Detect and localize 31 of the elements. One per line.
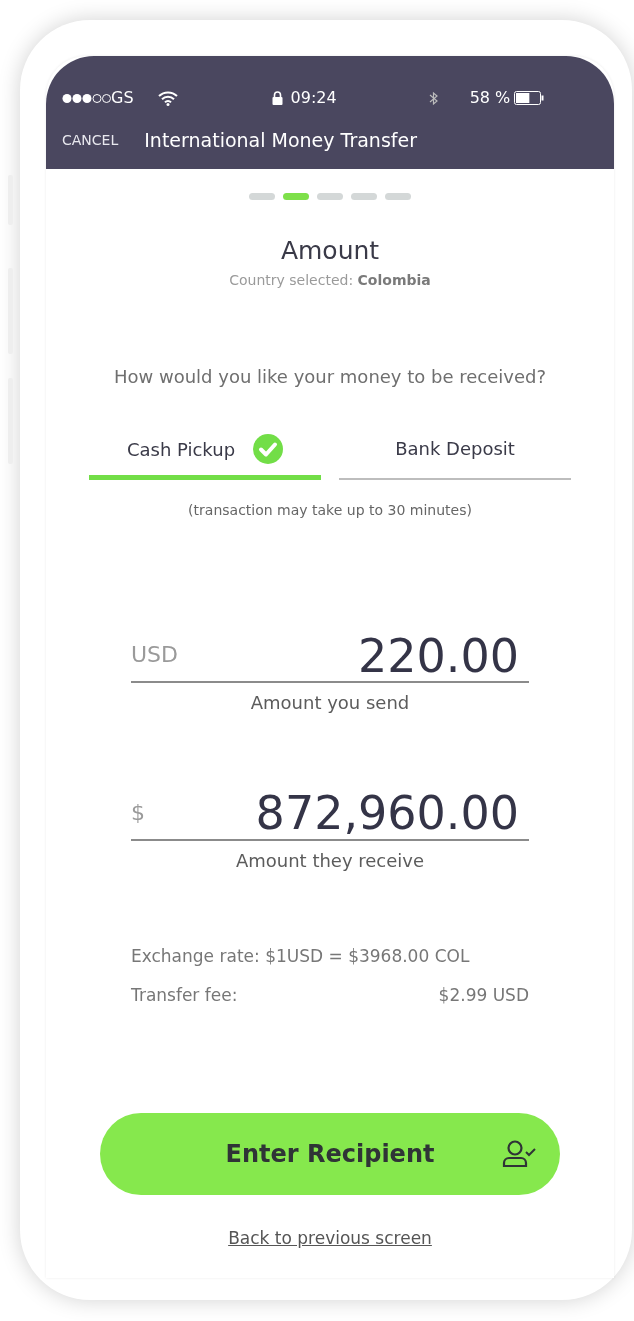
check-icon <box>253 433 284 464</box>
question-text: How would you like your money to be received? <box>114 364 546 389</box>
method-tab[interactable]: Bank Deposit <box>339 433 571 480</box>
screen-title: International Money Transfer <box>144 128 417 153</box>
exchange-rate-text: Exchange rate: $1USD = $3968.00 COL <box>131 944 471 968</box>
fee-value: $2.99 USD <box>438 984 529 1008</box>
fee-label: Transfer fee: <box>131 984 238 1008</box>
field-label: Amount they receive <box>235 848 425 873</box>
lock-icon <box>271 91 283 105</box>
battery-icon <box>514 91 545 105</box>
back-link[interactable]: Back to previous screen <box>222 1224 438 1253</box>
bluetooth-icon <box>428 90 438 106</box>
field-label: Amount you send <box>250 691 410 716</box>
amount-field[interactable]: USD 220.00 <box>131 630 529 684</box>
amount-value: 220.00 <box>358 630 519 682</box>
screen-heading: Amount <box>280 235 380 267</box>
person-check-icon <box>502 1139 536 1168</box>
country-text: Country selected: Colombia <box>229 270 431 290</box>
method-tab[interactable]: Cash Pickup <box>89 433 321 480</box>
wifi-icon <box>157 90 178 106</box>
cancel-button[interactable]: CANCEL <box>62 129 119 151</box>
currency-label: $ <box>131 798 145 827</box>
note-text: (transaction may take up to 30 minutes) <box>188 500 472 520</box>
enter-recipient-button[interactable]: Enter Recipient <box>100 1112 560 1195</box>
battery-percent: 58 % <box>469 87 511 109</box>
amount-field[interactable]: $ 872,960.00 <box>131 788 529 841</box>
amount-value: 872,960.00 <box>255 788 519 839</box>
clock-time: 09:24 <box>290 87 337 109</box>
currency-label: USD <box>131 641 178 670</box>
carrier-name: GS <box>111 87 134 109</box>
signal-icon <box>62 92 111 104</box>
